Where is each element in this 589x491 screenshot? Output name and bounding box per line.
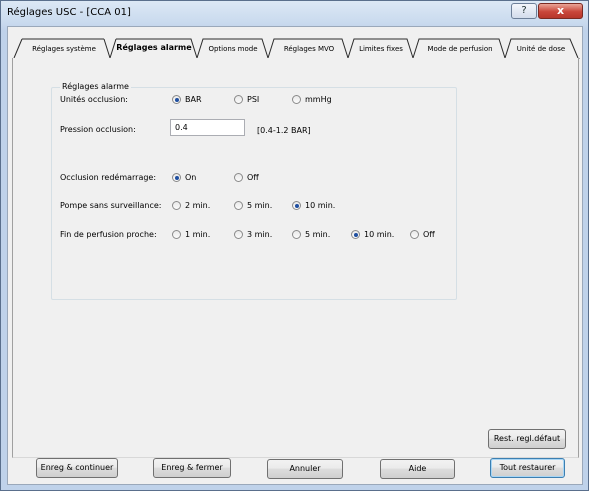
radio-dot [234,201,243,210]
radio-label: PSI [247,95,260,104]
radio-dot [234,95,243,104]
tab-unite-de-dose[interactable]: Unité de dose [510,41,572,57]
group-title: Réglages alarme [60,82,131,91]
radio-dot [292,95,301,104]
tab-strip: Réglages système Réglages alarme Options… [12,33,580,59]
restore-default-button[interactable]: Rest. regl.défaut [488,429,566,449]
save-close-button[interactable]: Enreg & fermer [153,458,231,478]
save-continue-button[interactable]: Enreg & continuer [36,458,118,478]
radio-unattended-2min[interactable]: 2 min. [172,201,210,210]
tab-reglages-alarme[interactable]: Réglages alarme [114,40,194,56]
restore-all-button[interactable]: Tout restaurer [490,458,565,478]
radio-label: Off [423,230,435,239]
radio-dot-selected [351,230,360,239]
radio-label: 5 min. [305,230,331,239]
radio-unit-bar[interactable]: BAR [172,95,202,104]
tab-limites-fixes[interactable]: Limites fixes [352,41,410,57]
radio-dot-selected [172,95,181,104]
tab-panel-alarme: Réglages alarme Unités occlusion: BAR PS… [12,58,579,458]
alarm-settings-group: Réglages alarme Unités occlusion: BAR PS… [51,82,457,300]
pump-unattended-label: Pompe sans surveillance: [60,201,162,210]
tab-reglages-systeme[interactable]: Réglages système [24,41,104,57]
end-of-infusion-label: Fin de perfusion proche: [60,230,157,239]
radio-dot [292,230,301,239]
occlusion-pressure-label: Pression occlusion: [60,125,136,134]
cancel-button[interactable]: Annuler [267,459,343,479]
radio-label: 10 min. [364,230,395,239]
radio-label: BAR [185,95,202,104]
radio-unit-mmhg[interactable]: mmHg [292,95,332,104]
tab-options-mode[interactable]: Options mode [202,41,264,57]
radio-dot [234,230,243,239]
radio-label: 2 min. [185,201,211,210]
radio-dot-selected [172,173,181,182]
radio-label: 3 min. [247,230,273,239]
tab-mode-de-perfusion[interactable]: Mode de perfusion [419,41,501,57]
window-title: Réglages USC - [CCA 01] [7,7,131,18]
radio-dot-selected [292,201,301,210]
radio-dot [172,230,181,239]
radio-label: On [185,173,197,182]
radio-dot [410,230,419,239]
radio-end-3min[interactable]: 3 min. [234,230,272,239]
help-title-button[interactable]: ? [511,3,537,19]
occlusion-pressure-range: [0.4-1.2 BAR] [257,126,311,135]
title-bar[interactable]: Réglages USC - [CCA 01] ? x [1,1,588,25]
occlusion-units-label: Unités occlusion: [60,95,128,104]
radio-restart-off[interactable]: Off [234,173,259,182]
radio-label: mmHg [305,95,332,104]
close-button[interactable]: x [538,3,583,19]
radio-unattended-5min[interactable]: 5 min. [234,201,272,210]
radio-label: 5 min. [247,201,273,210]
dialog-body: Réglages système Réglages alarme Options… [7,26,583,485]
radio-end-off[interactable]: Off [410,230,435,239]
radio-label: 1 min. [185,230,211,239]
occlusion-restart-label: Occlusion redémarrage: [60,173,157,182]
radio-unattended-10min[interactable]: 10 min. [292,201,335,210]
radio-unit-psi[interactable]: PSI [234,95,259,104]
radio-dot [172,201,181,210]
dialog-window: Réglages USC - [CCA 01] ? x Réglages sys… [0,0,589,491]
radio-label: Off [247,173,259,182]
occlusion-pressure-input[interactable]: 0.4 [170,119,245,136]
radio-end-1min[interactable]: 1 min. [172,230,210,239]
radio-dot [234,173,243,182]
tab-reglages-mvo[interactable]: Réglages MVO [274,41,344,57]
help-button[interactable]: Aide [380,459,455,479]
radio-end-10min[interactable]: 10 min. [351,230,394,239]
radio-end-5min[interactable]: 5 min. [292,230,330,239]
radio-label: 10 min. [305,201,336,210]
radio-restart-on[interactable]: On [172,173,196,182]
